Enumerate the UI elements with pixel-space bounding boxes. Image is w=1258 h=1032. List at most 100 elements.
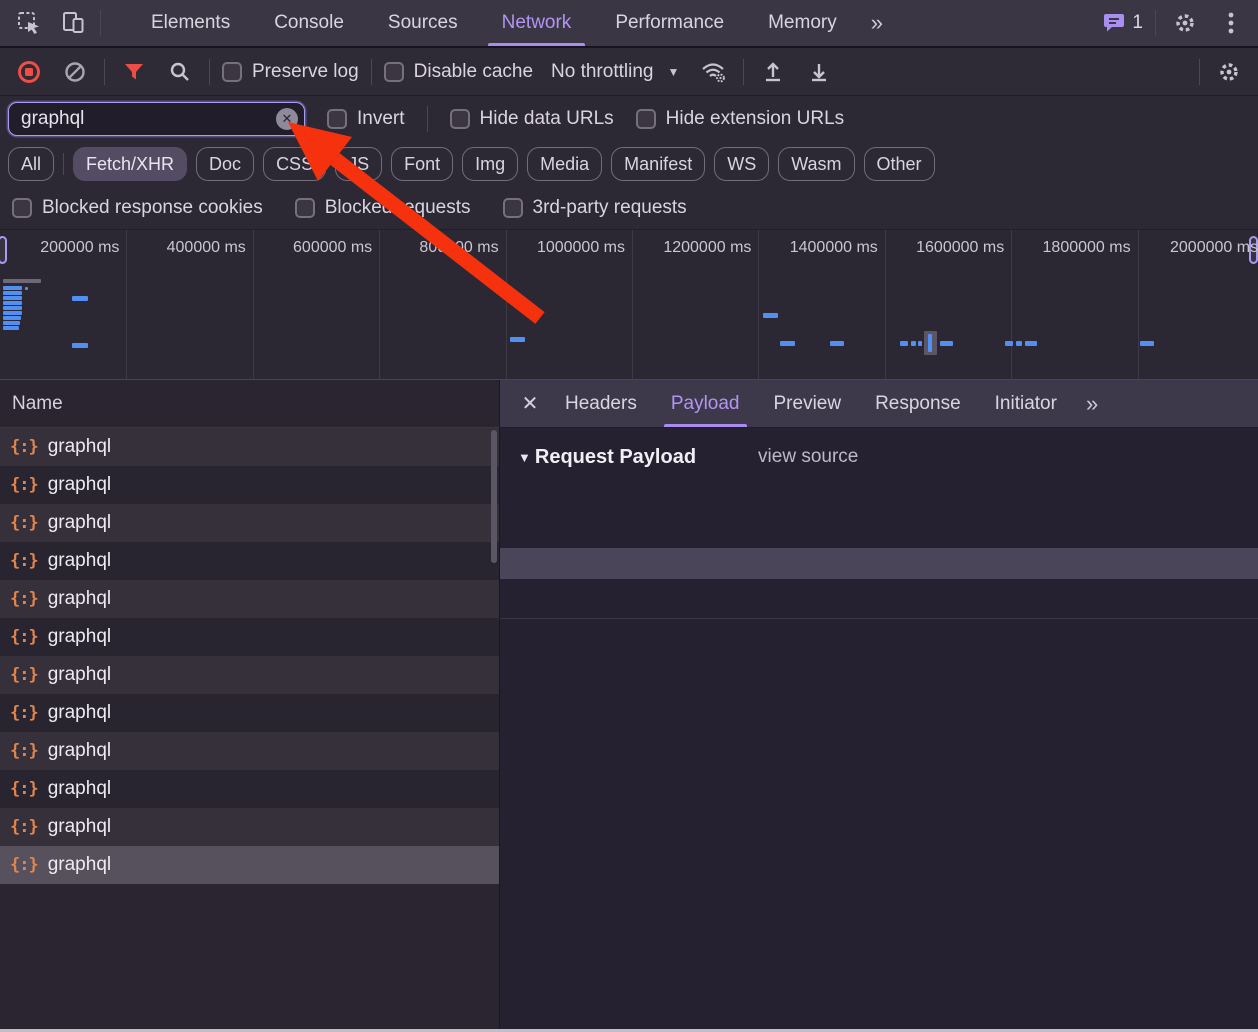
network-toolbar: Preserve log Disable cache No throttling… <box>0 48 1258 96</box>
timeline-tick-label: 1800000 ms <box>981 239 1131 257</box>
settings-gear-icon[interactable] <box>1168 6 1202 40</box>
filter-chip-font[interactable]: Font <box>391 147 453 181</box>
name-column-header[interactable]: Name <box>0 380 499 428</box>
record-network-log-button[interactable] <box>12 55 46 89</box>
tab-memory[interactable]: Memory <box>746 0 859 46</box>
request-row[interactable]: {:}graphql <box>0 732 499 770</box>
more-detail-tabs-icon[interactable]: » <box>1074 391 1108 417</box>
request-row[interactable]: {:}graphql <box>0 846 499 884</box>
waterfall-bar <box>3 306 22 310</box>
request-name: graphql <box>48 778 111 800</box>
more-panels-icon[interactable]: » <box>859 10 893 36</box>
filter-chip-js[interactable]: JS <box>335 147 382 181</box>
detail-tabs: ✕ HeadersPayloadPreviewResponseInitiator… <box>500 380 1258 428</box>
detail-tab-headers[interactable]: Headers <box>548 380 654 427</box>
json-request-icon: {:} <box>10 703 38 723</box>
throttling-select[interactable]: No throttling ▼ <box>545 61 685 83</box>
filter-chip-wasm[interactable]: Wasm <box>778 147 854 181</box>
device-toolbar-icon[interactable] <box>56 6 90 40</box>
clear-network-log-button[interactable] <box>58 55 92 89</box>
blocked-requests-label: Blocked requests <box>325 197 471 219</box>
detail-tab-preview[interactable]: Preview <box>757 380 859 427</box>
network-settings-gear-icon[interactable] <box>1212 55 1246 89</box>
kebab-menu-icon[interactable] <box>1214 6 1248 40</box>
filter-chip-ws[interactable]: WS <box>714 147 769 181</box>
invert-label: Invert <box>357 108 405 130</box>
waterfall-bar <box>1140 341 1154 346</box>
close-details-icon[interactable]: ✕ <box>512 380 548 428</box>
request-row[interactable]: {:}graphql <box>0 770 499 808</box>
blocked-response-cookies-checkbox[interactable]: Blocked response cookies <box>12 197 263 219</box>
request-row[interactable]: {:}graphql <box>0 656 499 694</box>
divider <box>100 10 101 36</box>
third-party-requests-checkbox[interactable]: 3rd-party requests <box>503 197 687 219</box>
clear-filter-icon[interactable]: ✕ <box>276 108 298 130</box>
waterfall-bar <box>25 287 28 290</box>
hide-data-urls-checkbox[interactable]: Hide data URLs <box>450 108 614 130</box>
main-split: Name {:}graphql{:}graphql{:}graphql{:}gr… <box>0 380 1258 1032</box>
preserve-log-checkbox[interactable]: Preserve log <box>222 61 359 83</box>
hide-extension-urls-checkbox[interactable]: Hide extension URLs <box>636 108 844 130</box>
request-name: graphql <box>48 854 111 876</box>
disable-cache-checkbox[interactable]: Disable cache <box>384 61 533 83</box>
request-row[interactable]: {:}graphql <box>0 808 499 846</box>
preserve-log-label: Preserve log <box>252 61 359 83</box>
waterfall-bar <box>911 341 916 346</box>
blocked-requests-checkbox[interactable]: Blocked requests <box>295 197 471 219</box>
issues-badge[interactable]: 1 <box>1103 12 1143 34</box>
request-row[interactable]: {:}graphql <box>0 694 499 732</box>
checkbox-box <box>295 198 315 218</box>
detail-tab-initiator[interactable]: Initiator <box>978 380 1074 427</box>
json-request-icon: {:} <box>10 627 38 647</box>
invert-checkbox[interactable]: Invert <box>327 108 405 130</box>
tab-console[interactable]: Console <box>252 0 366 46</box>
payload-pane: ▼ Request Payload view source ▼ {operati… <box>500 428 1258 619</box>
tab-elements[interactable]: Elements <box>129 0 252 46</box>
network-conditions-icon[interactable] <box>697 55 731 89</box>
inspect-element-icon[interactable] <box>12 6 46 40</box>
filter-chip-fetch-xhr[interactable]: Fetch/XHR <box>73 147 187 181</box>
checkbox-box <box>222 62 242 82</box>
waterfall-bar <box>3 286 22 290</box>
filter-funnel-icon[interactable] <box>117 55 151 89</box>
request-row[interactable]: {:}graphql <box>0 542 499 580</box>
filter-row: ✕ Invert Hide data URLs Hide extension U… <box>0 96 1258 142</box>
import-har-icon[interactable] <box>756 55 790 89</box>
payload-query-line-selected[interactable]: query: "query ipFlowTimeseries($accountT… <box>500 548 1258 579</box>
waterfall-bar <box>510 337 525 342</box>
request-row[interactable]: {:}graphql <box>0 504 499 542</box>
request-list-scrollbar[interactable] <box>491 430 497 563</box>
filter-chip-manifest[interactable]: Manifest <box>611 147 705 181</box>
export-har-icon[interactable] <box>802 55 836 89</box>
tab-sources[interactable]: Sources <box>366 0 480 46</box>
waterfall-bar <box>1005 341 1013 346</box>
detail-tab-response[interactable]: Response <box>858 380 978 427</box>
filter-chip-doc[interactable]: Doc <box>196 147 254 181</box>
request-row[interactable]: {:}graphql <box>0 428 499 466</box>
detail-tab-payload[interactable]: Payload <box>654 380 757 427</box>
filter-chip-css[interactable]: CSS <box>263 147 326 181</box>
filter-chip-img[interactable]: Img <box>462 147 518 181</box>
filter-chip-other[interactable]: Other <box>864 147 935 181</box>
divider <box>371 59 372 85</box>
request-row[interactable]: {:}graphql <box>0 466 499 504</box>
json-request-icon: {:} <box>10 741 38 761</box>
request-row[interactable]: {:}graphql <box>0 580 499 618</box>
overview[interactable]: 200000 ms400000 ms600000 ms800000 ms1000… <box>0 230 1258 380</box>
collapse-section-icon[interactable]: ▼ <box>518 450 531 465</box>
type-filter-chips: All Fetch/XHR Doc CSS JS Font Img Media Manifest… <box>0 142 1258 186</box>
tab-performance[interactable]: Performance <box>593 0 746 46</box>
search-icon[interactable] <box>163 55 197 89</box>
divider <box>63 153 64 175</box>
filter-chip-media[interactable]: Media <box>527 147 602 181</box>
json-request-icon: {:} <box>10 665 38 685</box>
filter-input[interactable] <box>8 102 305 136</box>
checkbox-box <box>450 109 470 129</box>
waterfall-bar <box>900 341 908 346</box>
view-source-link[interactable]: view source <box>758 446 858 468</box>
request-row[interactable]: {:}graphql <box>0 618 499 656</box>
filter-chip-all[interactable]: All <box>8 147 54 181</box>
blocked-response-cookies-label: Blocked response cookies <box>42 197 263 219</box>
tab-network[interactable]: Network <box>480 0 594 46</box>
request-name: graphql <box>48 474 111 496</box>
